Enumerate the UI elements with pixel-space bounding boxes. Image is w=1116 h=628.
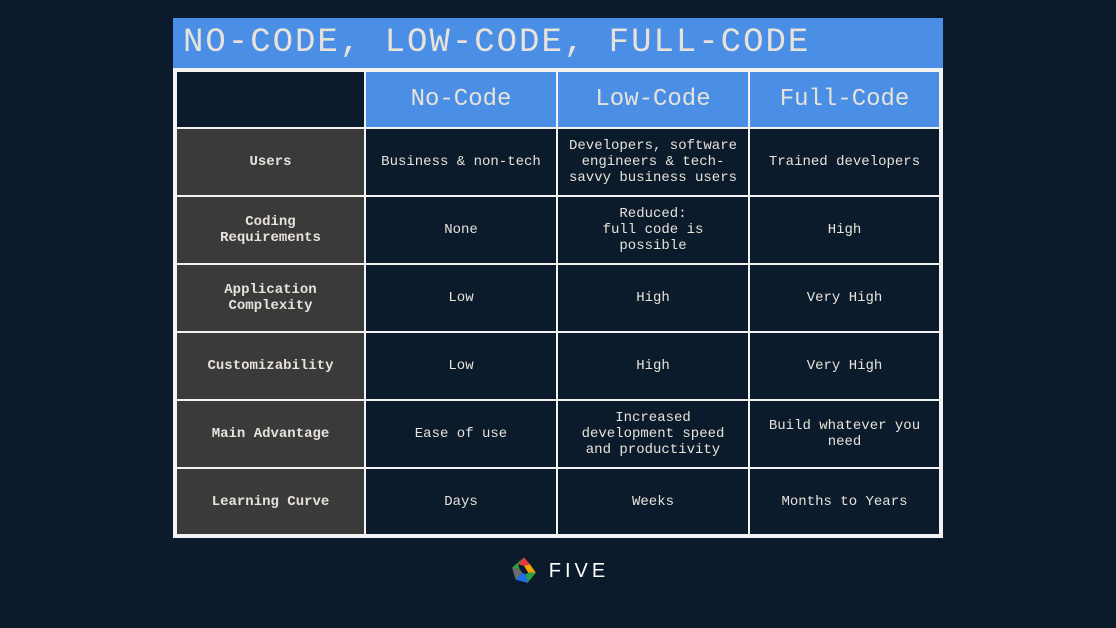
cell: Developers, software engineers & tech-sa…	[557, 128, 749, 196]
table-row: Users Business & non-tech Developers, so…	[175, 128, 941, 196]
cell: Increased development speed and producti…	[557, 400, 749, 468]
col-header-nocode: No-Code	[365, 70, 557, 128]
cell: Build whatever you need	[749, 400, 941, 468]
table-row: Main Advantage Ease of use Increased dev…	[175, 400, 941, 468]
table-row: Learning Curve Days Weeks Months to Year…	[175, 468, 941, 536]
cell: Days	[365, 468, 557, 536]
cell: Business & non-tech	[365, 128, 557, 196]
brand-logo: FIVE	[507, 554, 609, 588]
row-label: Coding Requirements	[175, 196, 365, 264]
page-title: NO-CODE, LOW-CODE, FULL-CODE	[173, 18, 943, 68]
cell: Low	[365, 332, 557, 400]
cell: Reduced: full code is possible	[557, 196, 749, 264]
row-label: Main Advantage	[175, 400, 365, 468]
table-row: Coding Requirements None Reduced: full c…	[175, 196, 941, 264]
cell: Months to Years	[749, 468, 941, 536]
col-header-lowcode: Low-Code	[557, 70, 749, 128]
cell: None	[365, 196, 557, 264]
comparison-table: No-Code Low-Code Full-Code Users Busines…	[173, 68, 943, 538]
five-logo-icon	[507, 554, 541, 588]
row-label: Users	[175, 128, 365, 196]
cell: Ease of use	[365, 400, 557, 468]
header-blank	[175, 70, 365, 128]
cell: High	[557, 332, 749, 400]
cell: Low	[365, 264, 557, 332]
row-label: Learning Curve	[175, 468, 365, 536]
row-label: Application Complexity	[175, 264, 365, 332]
col-header-fullcode: Full-Code	[749, 70, 941, 128]
cell: High	[749, 196, 941, 264]
cell: Very High	[749, 264, 941, 332]
brand-name: FIVE	[549, 560, 609, 583]
table-row: Application Complexity Low High Very Hig…	[175, 264, 941, 332]
cell: Weeks	[557, 468, 749, 536]
cell: High	[557, 264, 749, 332]
row-label: Customizability	[175, 332, 365, 400]
cell: Trained developers	[749, 128, 941, 196]
cell: Very High	[749, 332, 941, 400]
table-row: Customizability Low High Very High	[175, 332, 941, 400]
